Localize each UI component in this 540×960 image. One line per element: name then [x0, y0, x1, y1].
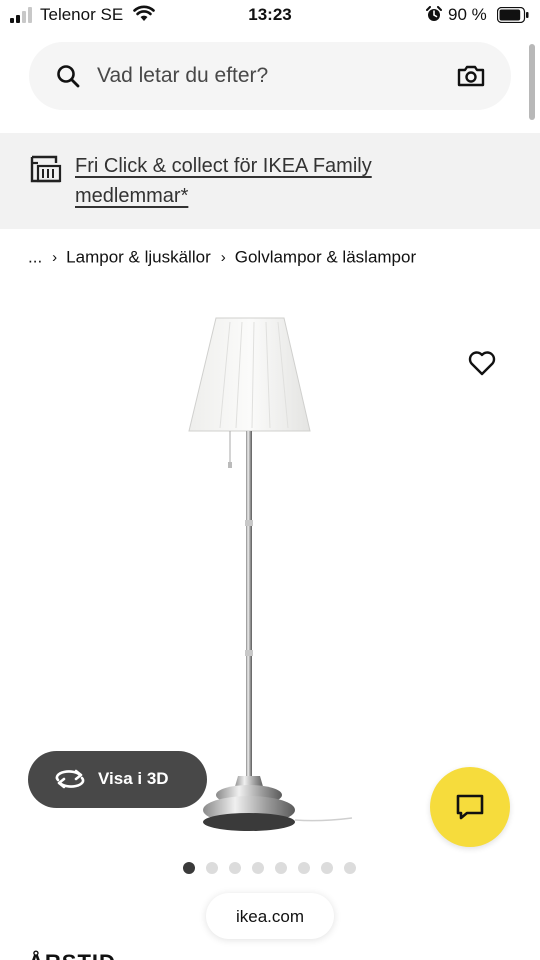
breadcrumb-item-golvlampor[interactable]: Golvlampor & läslampor [235, 248, 416, 267]
rotate-3d-icon [55, 769, 85, 789]
gallery-dot[interactable] [275, 862, 287, 874]
gallery-dot[interactable] [321, 862, 333, 874]
gallery-dot[interactable] [206, 862, 218, 874]
search-input[interactable]: Vad letar du efter? [97, 64, 268, 88]
battery-percentage: 90 % [448, 5, 487, 24]
view-3d-label: Visa i 3D [98, 769, 169, 788]
alarm-icon [426, 6, 442, 21]
gallery-dot[interactable] [229, 862, 241, 874]
chat-button[interactable] [430, 767, 510, 847]
status-bar: Telenor SE 13:23 90 % [0, 0, 540, 32]
browser-url-bar[interactable]: ikea.com [206, 893, 334, 939]
view-3d-button[interactable]: Visa i 3D [28, 751, 207, 808]
chevron-right-icon: › [52, 249, 58, 267]
click-collect-banner[interactable]: Fri Click & collect för IKEA Family medl… [0, 133, 540, 229]
click-collect-link[interactable]: Fri Click & collect för IKEA Family medl… [75, 151, 455, 211]
gallery-dot[interactable] [344, 862, 356, 874]
floor-lamp-illustration [188, 317, 353, 831]
gallery-dot[interactable] [252, 862, 264, 874]
gallery-dot[interactable] [183, 862, 195, 874]
scrollbar[interactable] [529, 44, 535, 120]
camera-icon[interactable] [457, 64, 485, 88]
browser-url: ikea.com [235, 907, 305, 926]
breadcrumb-item-lampor[interactable]: Lampor & ljuskällor [66, 248, 211, 267]
battery-icon [497, 7, 529, 23]
chevron-right-icon: › [220, 249, 226, 267]
breadcrumb-ellipsis[interactable]: ... [28, 248, 42, 267]
heart-icon[interactable] [468, 350, 496, 376]
product-name: ÅRSTID [28, 950, 116, 960]
breadcrumb: ... › Lampor & ljuskällor › Golvlampor & läs… [28, 247, 416, 268]
gallery-dot[interactable] [298, 862, 310, 874]
search-icon[interactable] [56, 64, 80, 88]
store-icon [30, 155, 62, 183]
search-bar[interactable]: Vad letar du efter? [29, 42, 511, 110]
chat-icon [456, 794, 484, 820]
